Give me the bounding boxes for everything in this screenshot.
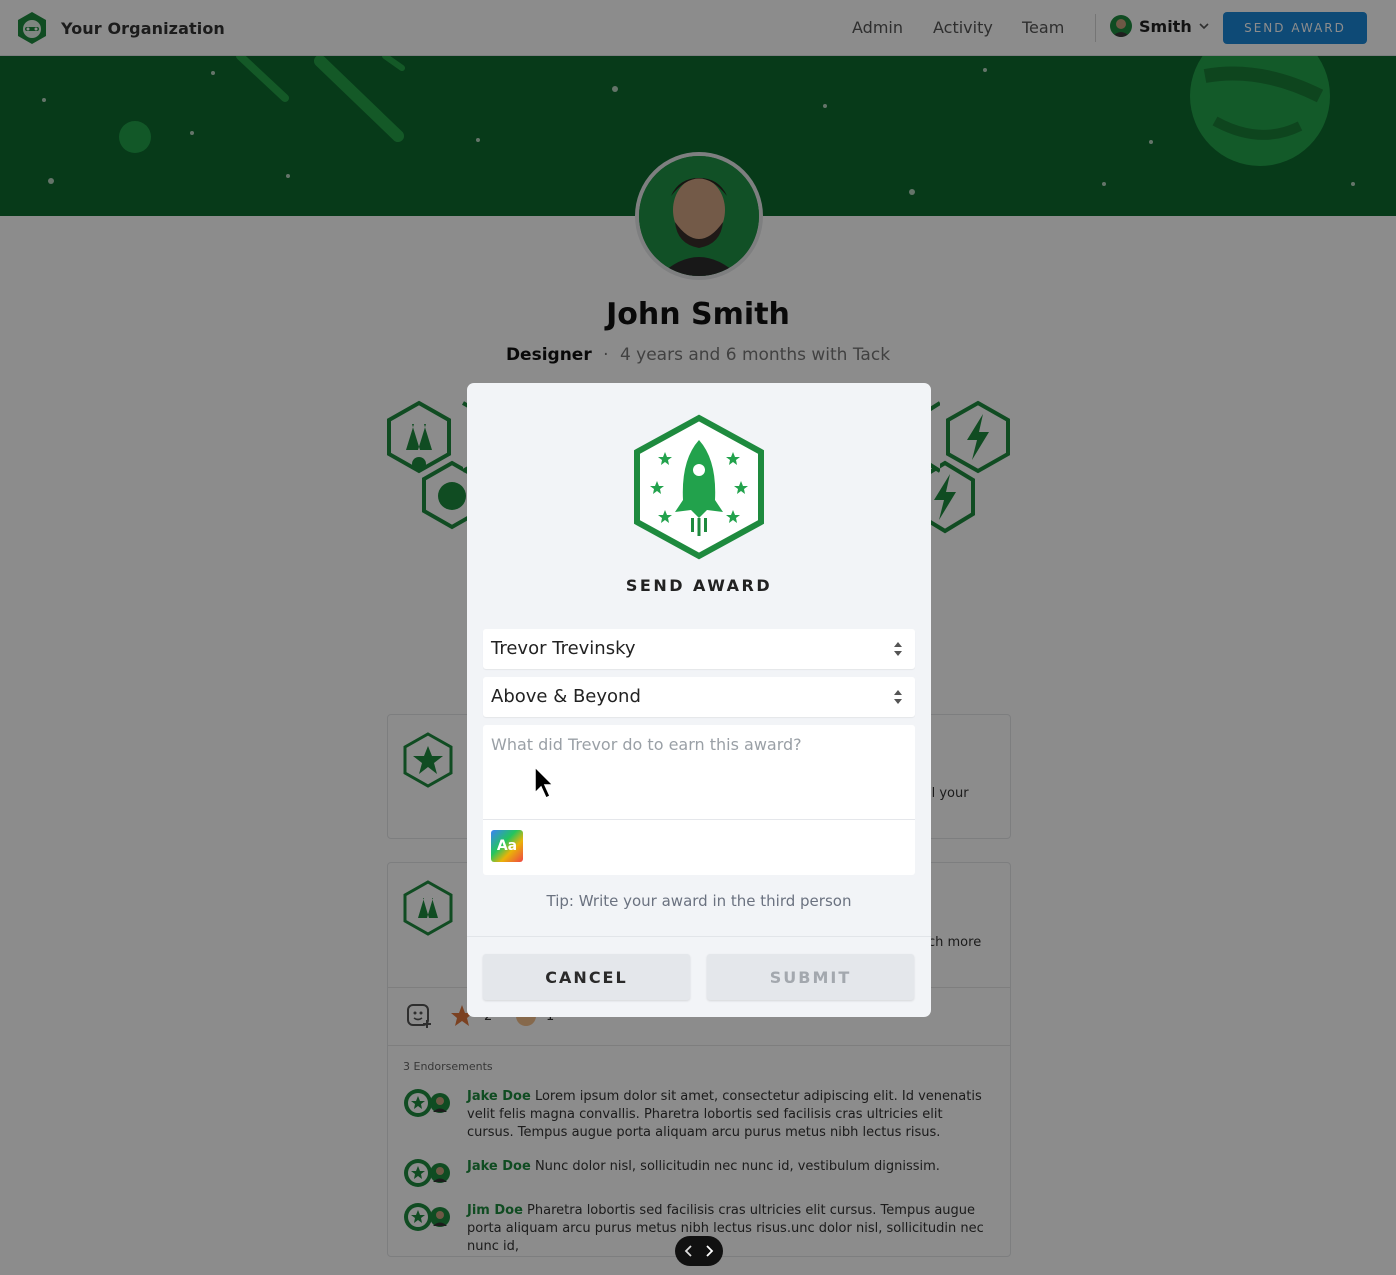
recipient-value: Trevor Trevinsky bbox=[491, 638, 636, 659]
modal-divider bbox=[467, 936, 931, 937]
submit-button[interactable]: SUBMIT bbox=[707, 954, 914, 1000]
rocket-badge-icon bbox=[634, 414, 764, 560]
modal-title: SEND AWARD bbox=[625, 576, 773, 595]
text-format-button[interactable]: Aa bbox=[491, 830, 523, 862]
select-arrows-icon bbox=[894, 690, 902, 704]
award-type-value: Above & Beyond bbox=[491, 686, 641, 707]
pager-control bbox=[675, 1236, 723, 1266]
recipient-select[interactable]: Trevor Trevinsky bbox=[483, 629, 915, 669]
award-type-select[interactable]: Above & Beyond bbox=[483, 677, 915, 717]
select-arrows-icon bbox=[894, 642, 902, 656]
chevron-right-icon[interactable] bbox=[701, 1243, 717, 1259]
send-award-modal: SEND AWARD Trevor Trevinsky Above & Beyo… bbox=[467, 383, 931, 1017]
cancel-button[interactable]: CANCEL bbox=[483, 954, 690, 1000]
chevron-left-icon[interactable] bbox=[681, 1243, 697, 1259]
mouse-cursor-icon bbox=[534, 765, 555, 800]
tip-text: Tip: Write your award in the third perso… bbox=[546, 892, 852, 910]
editor-divider bbox=[483, 819, 915, 820]
